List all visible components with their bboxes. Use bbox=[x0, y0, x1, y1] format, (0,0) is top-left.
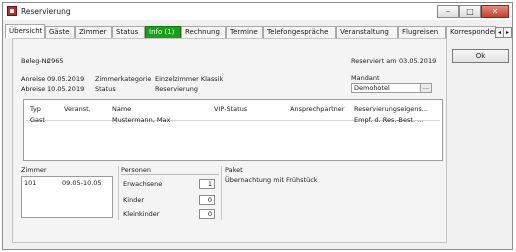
zimmer-section-title: Zimmer bbox=[21, 166, 47, 174]
tab-info[interactable]: Info (1) bbox=[145, 26, 181, 38]
tab-bar: Übersicht Gäste Zimmer Status Info (1) R… bbox=[3, 22, 512, 38]
tab-telefongespraeche[interactable]: Telefongespräche bbox=[263, 26, 336, 38]
mandant-lookup-button[interactable]: ... bbox=[420, 84, 431, 92]
mandant-value: Demohotel bbox=[354, 84, 390, 92]
erwachsene-label: Erwachsene bbox=[123, 180, 163, 188]
reserviert-value: 03.05.2019 bbox=[399, 57, 437, 65]
status-label: Status bbox=[95, 85, 116, 93]
mandant-select[interactable]: Demohotel ... bbox=[351, 83, 432, 93]
anreise-value: 09.05.2019 bbox=[47, 75, 85, 83]
tab-zimmer[interactable]: Zimmer bbox=[75, 26, 112, 38]
guest-table: Typ Veranst. Name VIP-Status Ansprechpar… bbox=[23, 99, 443, 161]
tab-rechnung[interactable]: Rechnung bbox=[181, 26, 226, 38]
zimmerkategorie-label: Zimmerkategorie bbox=[95, 75, 152, 83]
beleg-value: 2965 bbox=[47, 57, 64, 65]
tab-scroll-right-icon[interactable]: ▸ bbox=[503, 27, 512, 38]
column-header-typ[interactable]: Typ bbox=[30, 105, 41, 113]
column-header-vip-status[interactable]: VIP-Status bbox=[214, 105, 247, 113]
kleinkinder-field[interactable]: 0 bbox=[199, 209, 215, 219]
cell-name: Mustermann, Max bbox=[112, 116, 171, 124]
maximize-button[interactable]: □ bbox=[459, 5, 481, 18]
zimmer-dates: 09.05-10.05 bbox=[62, 179, 102, 187]
section-divider bbox=[118, 166, 119, 220]
zimmer-list[interactable]: 101 09.05-10.05 bbox=[21, 176, 113, 218]
paket-section-title: Paket bbox=[225, 166, 243, 174]
column-header-ansprechpartner[interactable]: Ansprechpartner bbox=[290, 105, 344, 113]
zimmerkategorie-value: Einzelzimmer Klassik bbox=[155, 75, 224, 83]
overview-panel: Beleg-Nr. 2965 Reserviert am 03.05.2019 … bbox=[12, 38, 447, 243]
cell-typ: Gast bbox=[30, 116, 45, 124]
tab-flugreisen[interactable]: Flugreisen bbox=[398, 26, 446, 38]
anreise-label: Anreise bbox=[21, 75, 46, 83]
personen-section-title: Personen bbox=[121, 166, 151, 174]
close-button[interactable]: ✕ bbox=[481, 5, 509, 18]
paket-value: Übernachtung mit Frühstück bbox=[225, 176, 318, 184]
tab-status[interactable]: Status bbox=[112, 26, 145, 38]
tab-uebersicht[interactable]: Übersicht bbox=[5, 24, 45, 38]
status-value: Reservierung bbox=[155, 85, 198, 93]
ok-button[interactable]: Ok bbox=[452, 49, 509, 63]
cell-reservierungseigenschaften: Empf. d. Res.-Best. ... bbox=[354, 116, 424, 124]
app-icon bbox=[7, 6, 17, 16]
tab-gaeste[interactable]: Gäste bbox=[45, 26, 75, 38]
tab-korrespondenz[interactable]: Korrespondenz bbox=[446, 26, 496, 38]
title-bar[interactable]: Reservierung – □ ✕ bbox=[3, 3, 512, 20]
kinder-field[interactable]: 0 bbox=[199, 195, 215, 205]
section-divider bbox=[221, 166, 222, 220]
column-header-veranst[interactable]: Veranst. bbox=[64, 105, 91, 113]
personen-title-line bbox=[121, 174, 219, 175]
minimize-button[interactable]: – bbox=[437, 5, 459, 18]
abreise-label: Abreise bbox=[21, 85, 46, 93]
reserviert-label: Reserviert am bbox=[351, 57, 397, 65]
reservation-window: Reservierung – □ ✕ Übersicht Gäste Zimme… bbox=[2, 2, 513, 250]
column-header-reservierungseigenschaften[interactable]: Reservierungseigens... bbox=[354, 105, 428, 113]
tab-termine[interactable]: Termine bbox=[226, 26, 263, 38]
kinder-label: Kinder bbox=[123, 196, 144, 204]
abreise-value: 10.05.2019 bbox=[47, 85, 85, 93]
column-header-name[interactable]: Name bbox=[112, 105, 131, 113]
erwachsene-field[interactable]: 1 bbox=[199, 179, 215, 189]
kleinkinder-label: Kleinkinder bbox=[123, 210, 160, 218]
zimmer-number: 101 bbox=[24, 179, 37, 187]
window-title: Reservierung bbox=[21, 7, 71, 16]
mandant-label: Mandant bbox=[351, 74, 380, 82]
tab-veranstaltung[interactable]: Veranstaltung bbox=[336, 26, 398, 38]
